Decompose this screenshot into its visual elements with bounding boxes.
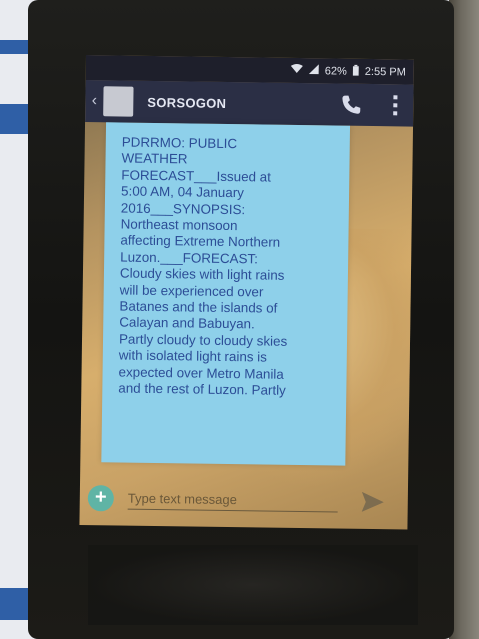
battery-icon	[352, 64, 359, 78]
plus-icon: +	[94, 486, 107, 509]
send-icon	[361, 491, 384, 512]
phone-bezel	[88, 545, 418, 625]
clock: 2:55 PM	[364, 65, 406, 78]
signal-icon	[308, 64, 319, 77]
overflow-menu-icon[interactable]	[391, 94, 399, 116]
phone-screen: 62% 2:55 PM ‹ SORSOGON PDRRMO: PUBLIC WE…	[79, 55, 414, 530]
wifi-icon	[290, 63, 303, 77]
add-attachment-button[interactable]: +	[87, 484, 114, 511]
phone-icon[interactable]	[339, 93, 363, 117]
contact-name: SORSOGON	[147, 94, 227, 111]
conversation-header: ‹ SORSOGON	[85, 79, 414, 127]
contact-avatar[interactable]	[103, 86, 134, 117]
message-text: PDRRMO: PUBLIC WEATHER FORECAST___Issued…	[118, 134, 288, 398]
message-bubble[interactable]: PDRRMO: PUBLIC WEATHER FORECAST___Issued…	[101, 122, 351, 466]
back-arrow-icon[interactable]: ‹	[87, 92, 101, 110]
message-input[interactable]	[127, 486, 338, 513]
message-composer: +	[79, 470, 408, 530]
send-button[interactable]	[361, 491, 384, 512]
battery-level: 62%	[324, 64, 347, 78]
